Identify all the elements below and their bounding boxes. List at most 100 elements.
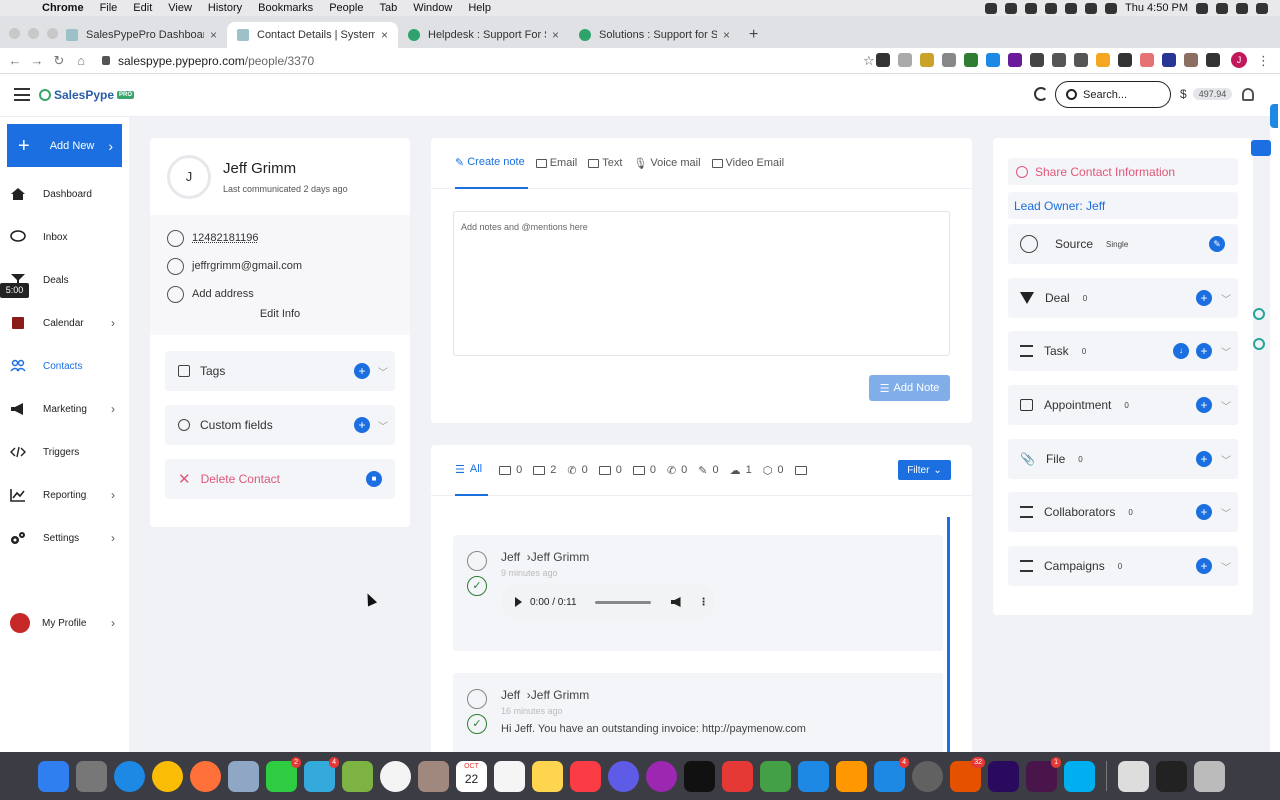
tags-section[interactable]: Tags + ﹀ [165, 351, 395, 391]
email-row[interactable]: jeffrgrimm@gmail.com [150, 252, 410, 280]
add-deal-button[interactable]: + [1196, 290, 1212, 306]
sidebar-item-triggers[interactable]: Triggers [0, 442, 129, 462]
volume-icon[interactable] [1065, 2, 1078, 14]
browser-tab-solutions[interactable]: Solutions : Support for SalesPy × [569, 22, 740, 48]
menu-people[interactable]: People [321, 2, 371, 14]
extension-icon[interactable] [964, 53, 978, 67]
extension-icon[interactable] [1184, 53, 1198, 67]
extension-icon[interactable] [1140, 53, 1154, 67]
chevron-down-icon[interactable]: ﹀ [1221, 398, 1231, 413]
slack-icon[interactable]: 1 [1026, 756, 1061, 792]
calendar-icon[interactable]: OCT 22 [456, 760, 487, 792]
puzzle-icon[interactable] [1206, 53, 1220, 67]
chrome-icon[interactable] [152, 760, 183, 792]
document-icon[interactable] [1118, 760, 1149, 792]
extension-icon[interactable] [876, 53, 890, 67]
facetime-icon[interactable]: 2 [266, 756, 301, 792]
sidebar-item-marketing[interactable]: Marketing › [0, 399, 129, 419]
credit-balance[interactable]: $ 497.94 [1180, 87, 1233, 101]
chevron-down-icon[interactable]: ﹀ [1221, 559, 1231, 574]
screen-recording-icon[interactable] [1156, 760, 1187, 792]
edit-info-link[interactable]: Edit Info [150, 308, 410, 320]
chevron-down-icon[interactable]: ﹀ [378, 364, 388, 379]
pages-icon[interactable] [836, 760, 867, 792]
share-contact-button[interactable]: Share Contact Information [1008, 158, 1238, 185]
menu-file[interactable]: File [92, 2, 126, 14]
add-task-button[interactable]: + [1196, 343, 1212, 359]
close-tab-icon[interactable]: × [381, 28, 388, 42]
extension-icon[interactable] [986, 53, 1000, 67]
tab-video-email[interactable]: Video Email [711, 138, 788, 189]
trash-icon[interactable] [1194, 760, 1225, 792]
audio-player[interactable]: 0:00 / 0:11 ⋮ [501, 583, 715, 621]
podcasts-icon[interactable] [646, 760, 677, 792]
extension-icon[interactable] [1074, 53, 1088, 67]
list-view-icon[interactable] [1251, 140, 1271, 156]
file-section[interactable]: 📎 File 0 + ﹀ [1008, 439, 1238, 479]
sync-icon[interactable] [1034, 87, 1048, 101]
messages-icon[interactable]: 4 [304, 756, 339, 792]
add-tag-button[interactable]: + [354, 363, 370, 379]
maps-icon[interactable] [342, 760, 373, 792]
bell-icon[interactable] [1242, 88, 1254, 101]
phone-number[interactable]: 12482181196 [192, 232, 258, 244]
search-box[interactable] [1055, 81, 1171, 108]
app-store-icon[interactable]: 4 [874, 756, 909, 792]
chevron-down-icon[interactable]: ﹀ [1221, 452, 1231, 467]
menu-tab[interactable]: Tab [371, 2, 405, 14]
reload-icon[interactable]: ↻ [48, 53, 70, 69]
phone-row[interactable]: 12482181196 [150, 224, 410, 252]
task-section[interactable]: Task 0 ↓ + ﹀ [1008, 331, 1238, 371]
sidebar-item-reporting[interactable]: Reporting › [0, 485, 129, 505]
browser-menu-icon[interactable]: ⋮ [1257, 53, 1270, 69]
add-file-button[interactable]: + [1196, 451, 1212, 467]
check-icon[interactable] [1005, 2, 1018, 14]
tab-create-note[interactable]: ✎ Create note [455, 138, 528, 189]
extension-icon[interactable] [1096, 53, 1110, 67]
add-custom-field-button[interactable]: + [354, 417, 370, 433]
add-appointment-button[interactable]: + [1196, 397, 1212, 413]
control-center-icon[interactable] [1256, 2, 1268, 14]
tab-archive[interactable] [794, 445, 807, 496]
tv-icon[interactable] [684, 760, 715, 792]
contacts-icon[interactable] [418, 760, 449, 792]
salespype-logo[interactable]: SalesPype PRO [39, 88, 135, 102]
extension-icon[interactable] [1052, 53, 1066, 67]
add-new-button[interactable]: + Add New › [7, 124, 122, 167]
add-address-link[interactable]: Add address [192, 288, 254, 300]
hamburger-menu-icon[interactable] [14, 88, 30, 101]
system-preferences-icon[interactable] [912, 760, 943, 792]
browser-tab-dashboard[interactable]: SalesPypePro Dashboard | Das × [56, 22, 227, 48]
tab-voicemails[interactable]: ✆ 0 [667, 445, 687, 496]
preview-icon[interactable] [228, 760, 259, 792]
deal-section[interactable]: Deal 0 + ﹀ [1008, 278, 1238, 318]
premiere-pro-icon[interactable] [988, 760, 1019, 792]
email-address[interactable]: jeffrgrimm@gmail.com [192, 260, 302, 272]
spotlight-icon[interactable] [1216, 2, 1228, 14]
skype-icon[interactable] [1064, 760, 1095, 792]
close-window-icon[interactable] [9, 28, 20, 39]
tab-text[interactable]: Text [588, 138, 625, 189]
menu-bookmarks[interactable]: Bookmarks [250, 2, 321, 14]
tab-calls[interactable]: ✆ 0 [567, 445, 587, 496]
source-row[interactable]: Source Single ✎ [1008, 224, 1238, 264]
chevron-down-icon[interactable]: ﹀ [1221, 505, 1231, 520]
extension-icon[interactable] [1008, 53, 1022, 67]
bookmark-star-icon[interactable]: ☆ [863, 53, 875, 69]
siri-icon[interactable] [1236, 2, 1248, 14]
menu-view[interactable]: View [160, 2, 200, 14]
menu-app[interactable]: Chrome [34, 2, 92, 14]
notes-icon[interactable] [532, 760, 563, 792]
close-tab-icon[interactable]: × [210, 28, 217, 42]
tab-voice-mail[interactable]: 🎙 Voice mail [633, 138, 703, 189]
extension-icon[interactable] [942, 53, 956, 67]
activity-entry[interactable]: ✓ Jeff ›Jeff Grimm 9 minutes ago 0:00 / … [453, 535, 943, 651]
wifi-icon[interactable] [1085, 2, 1098, 14]
tab-gifts[interactable]: ⬡ 0 [763, 445, 784, 496]
menu-window[interactable]: Window [405, 2, 460, 14]
lastpass-icon[interactable] [1045, 2, 1058, 14]
menubar-clock[interactable]: Thu 4:50 PM [1125, 2, 1188, 14]
tab-videos[interactable]: 0 [598, 445, 622, 496]
menu-help[interactable]: Help [460, 2, 499, 14]
ringcentral-classic-icon[interactable]: 32 [950, 756, 985, 792]
